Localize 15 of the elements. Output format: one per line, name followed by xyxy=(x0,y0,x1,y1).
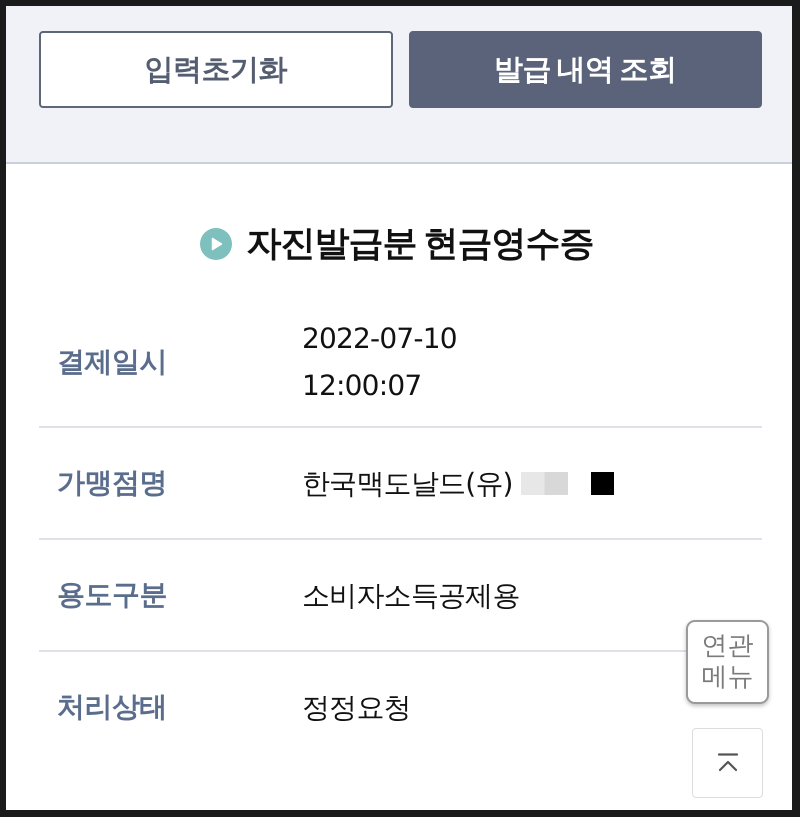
reset-button[interactable]: 입력초기화 xyxy=(39,31,392,108)
field-value: 한국맥도날드(유) xyxy=(302,466,513,502)
field-label: 용도구분 xyxy=(57,577,168,613)
field-value: 소비자소득공제용 xyxy=(302,578,520,614)
field-value: 2022-07-10 12:00:07 xyxy=(302,321,457,404)
section-title: 자진발급분 현금영수증 xyxy=(246,224,594,264)
scroll-top-button[interactable] xyxy=(692,728,763,798)
field-label: 결제일시 xyxy=(57,344,168,380)
scroll-top-icon xyxy=(716,753,740,773)
related-menu-button[interactable]: 연관 메뉴 xyxy=(686,620,769,704)
history-button[interactable]: 발급 내역 조회 xyxy=(408,31,762,108)
field-label: 처리상태 xyxy=(57,689,168,725)
field-value: 정정요청 xyxy=(302,690,411,726)
play-icon xyxy=(200,228,232,260)
field-label: 가맹점명 xyxy=(57,465,168,501)
